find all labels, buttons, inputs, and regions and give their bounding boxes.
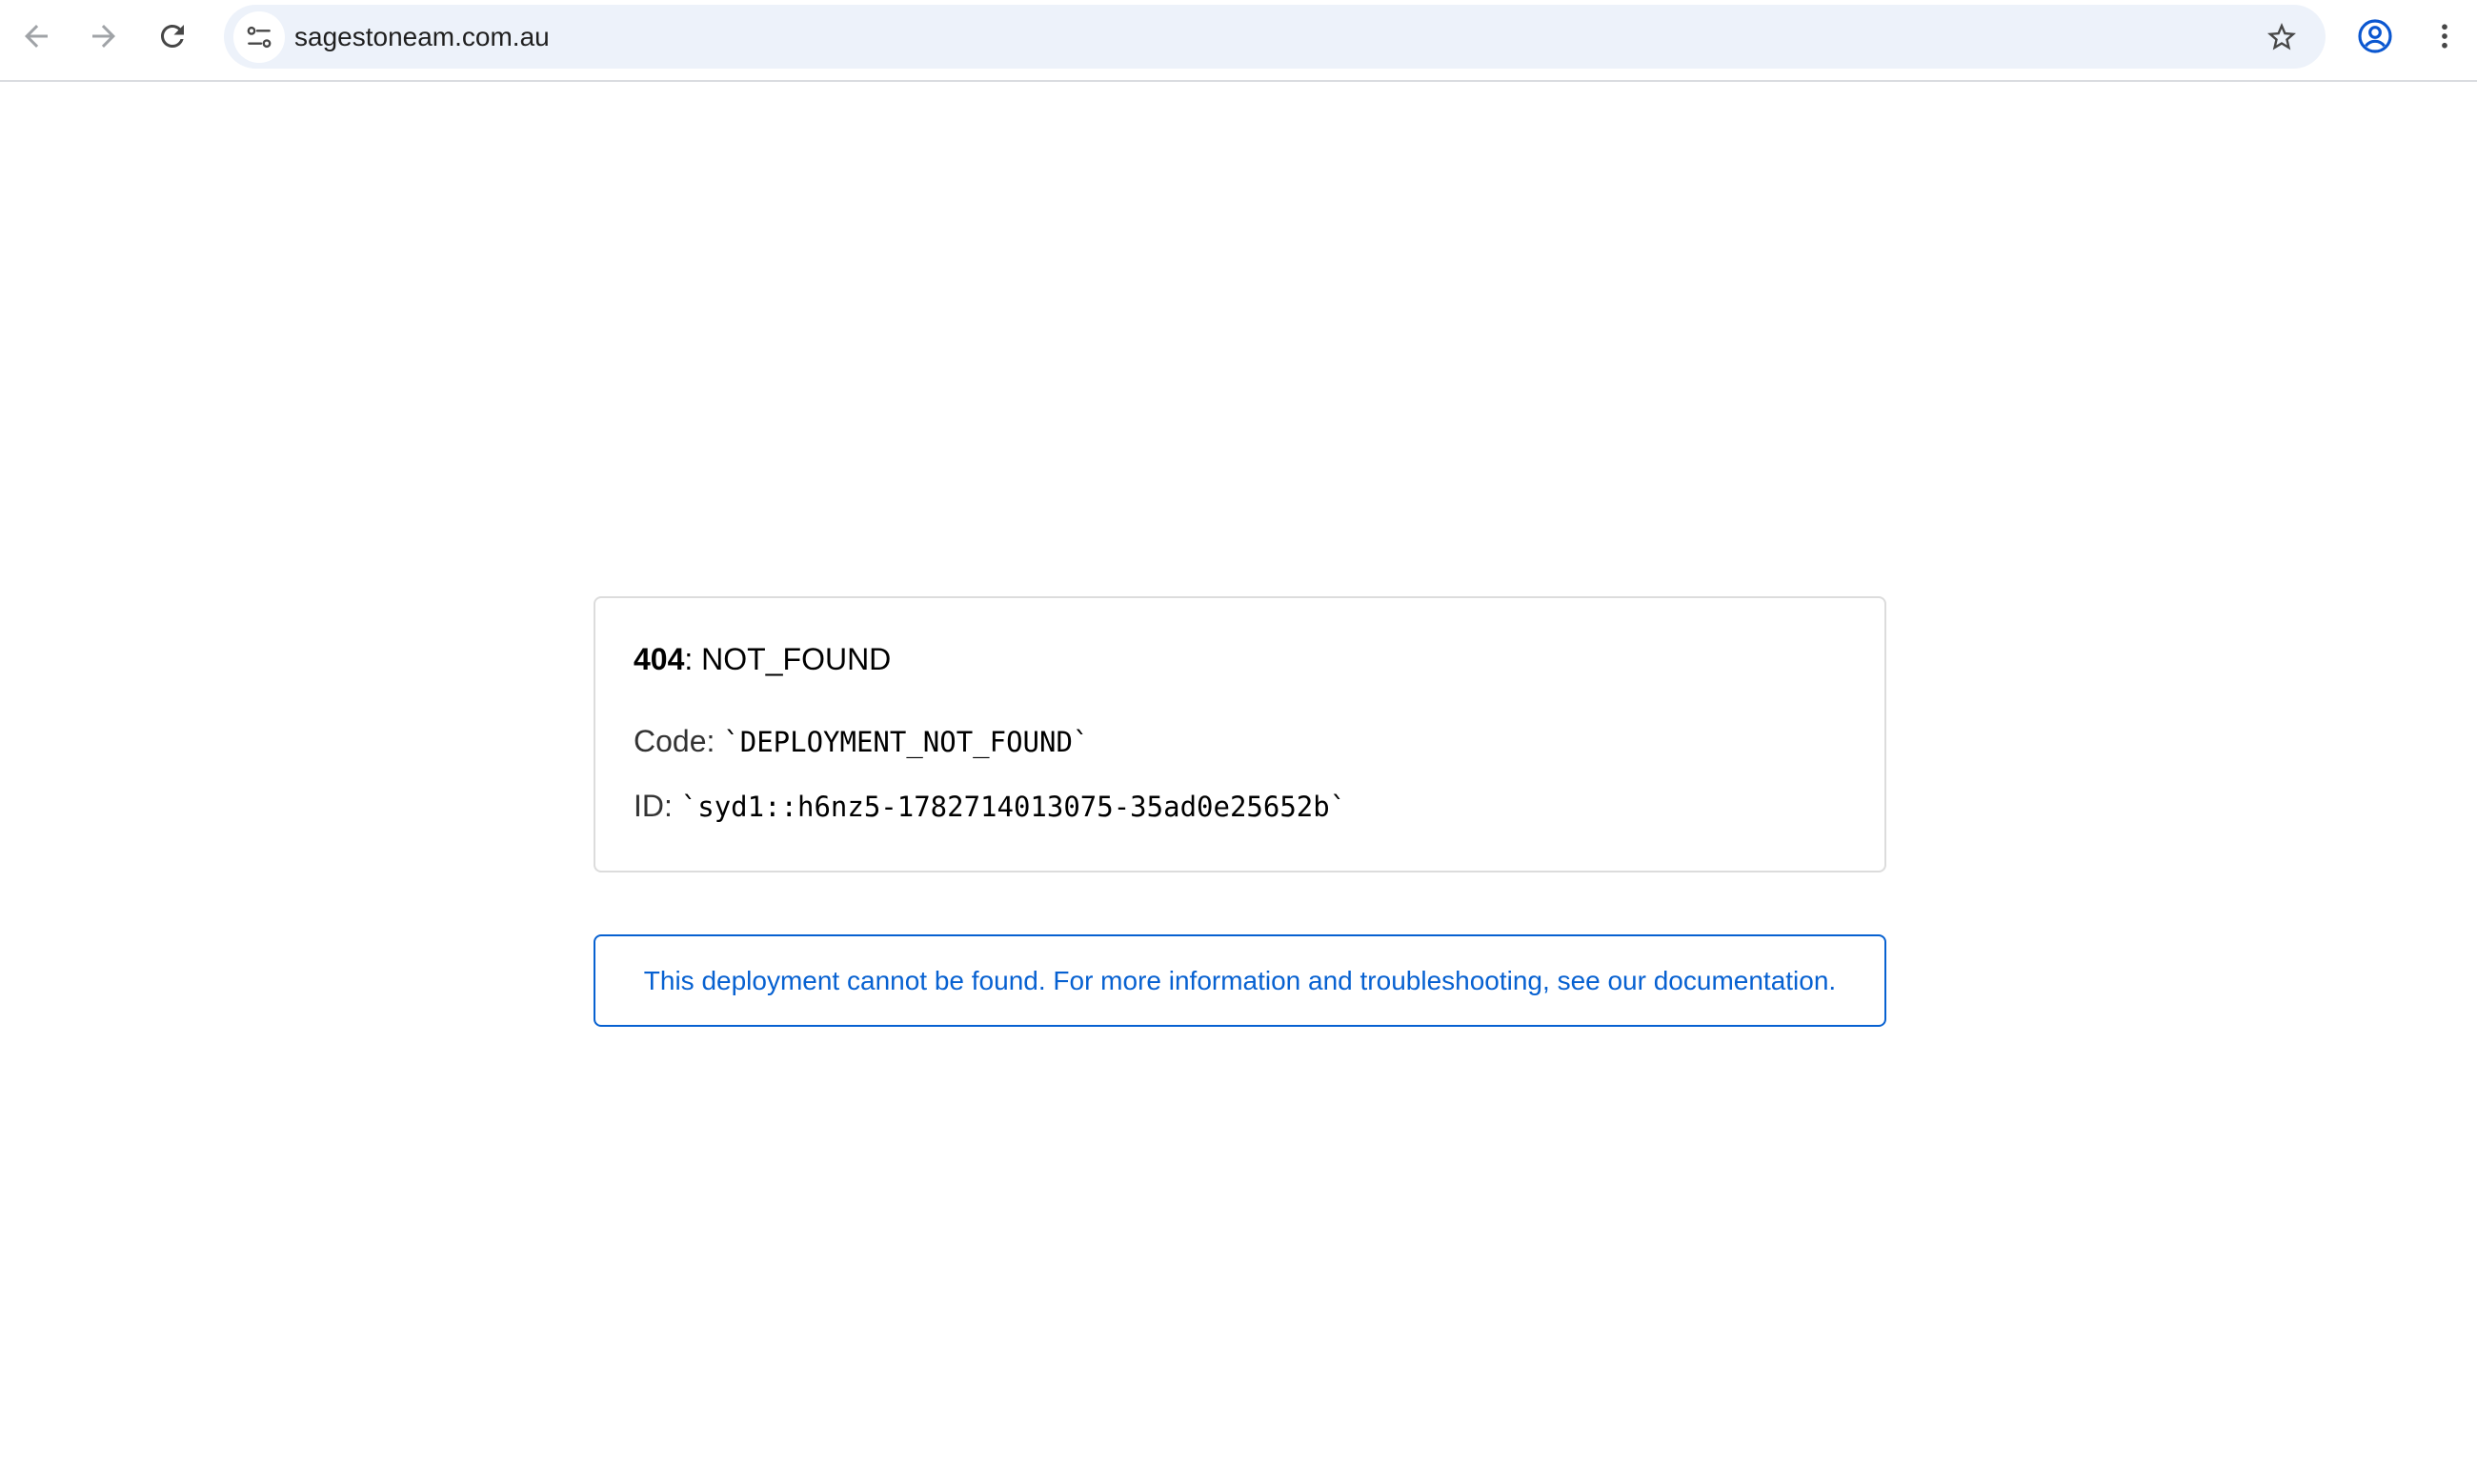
tune-icon [247,26,272,49]
info-text-after: . [1828,965,1837,995]
browser-toolbar: sagestoneam.com.au [0,0,2477,82]
arrow-left-icon [25,25,48,48]
documentation-link[interactable]: documentation [1654,966,1829,995]
forward-button[interactable] [74,7,133,66]
back-button[interactable] [7,7,66,66]
arrow-right-icon [92,25,115,48]
error-card: 404: NOT_FOUND Code: `DEPLOYMENT_NOT_FOU… [594,596,1886,872]
url-text[interactable]: sagestoneam.com.au [294,5,550,69]
bookmark-button[interactable] [2257,12,2306,62]
site-info-button[interactable] [233,11,285,63]
reload-button[interactable] [143,7,202,66]
error-status-text: NOT_FOUND [701,642,892,676]
error-title: 404: NOT_FOUND [634,642,891,677]
error-code-label: Code: [634,724,724,758]
error-id-label: ID: [634,789,681,823]
error-id-line: ID: `syd1::h6nz5-1782714013075-35ad0e256… [634,789,1346,824]
info-text-before: This deployment cannot be found. For mor… [643,965,1654,995]
info-notice: This deployment cannot be found. For mor… [594,934,1886,1027]
reload-icon [161,24,184,48]
star-icon [2267,23,2296,50]
profile-button[interactable] [2346,7,2405,66]
error-status-code: 404 [634,642,685,676]
info-text: This deployment cannot be found. For mor… [644,966,1836,996]
error-code-value: `DEPLOYMENT_NOT_FOUND` [723,726,1090,758]
error-code-line: Code: `DEPLOYMENT_NOT_FOUND` [634,724,1089,759]
address-bar[interactable]: sagestoneam.com.au [224,5,2326,69]
error-id-value: `syd1::h6nz5-1782714013075-35ad0e25652b` [680,791,1347,823]
more-vert-icon [2442,24,2447,49]
account-circle-icon [2358,19,2392,53]
browser-menu-button[interactable] [2415,7,2474,66]
error-status-separator: : [684,642,702,676]
